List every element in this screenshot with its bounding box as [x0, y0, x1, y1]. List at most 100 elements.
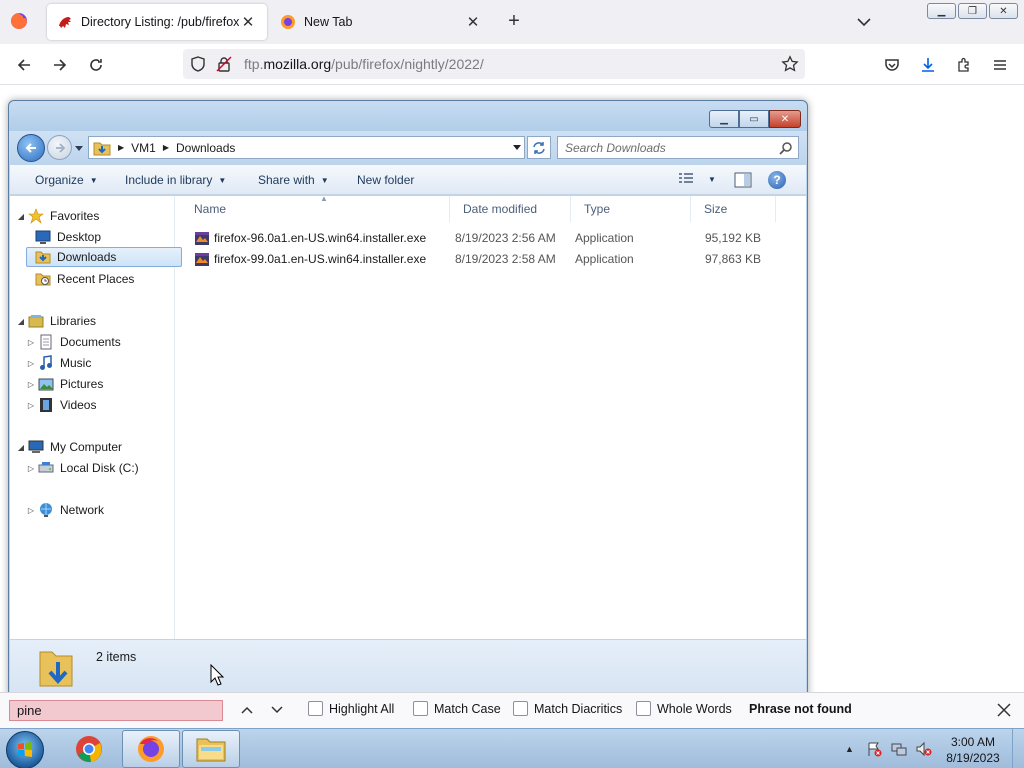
breadcrumb-vm1[interactable]: VM1	[131, 141, 156, 155]
organize-button[interactable]: Organize ▼	[35, 173, 98, 187]
checkbox-box[interactable]	[513, 701, 528, 716]
explorer-forward-button[interactable]	[47, 135, 72, 160]
tracking-protection-shield-icon[interactable]	[189, 55, 207, 73]
close-window-button[interactable]: ✕	[989, 3, 1018, 19]
show-hidden-icons-arrow[interactable]: ▲	[845, 744, 854, 754]
expand-arrow-icon[interactable]: ▷	[26, 359, 36, 368]
star-icon	[28, 208, 44, 224]
match-case-checkbox[interactable]: Match Case	[413, 701, 501, 716]
column-header-date[interactable]: Date modified	[453, 196, 571, 222]
restore-button[interactable]: ❐	[958, 3, 987, 19]
reload-button[interactable]	[85, 54, 107, 76]
explorer-back-button[interactable]	[17, 134, 45, 162]
expand-arrow-icon[interactable]: ▷	[26, 464, 36, 473]
nav-recent-places[interactable]: Recent Places	[35, 269, 134, 289]
address-dropdown-icon[interactable]	[512, 142, 522, 152]
breadcrumb-separator-icon[interactable]: ▶	[118, 143, 124, 152]
taskbar-explorer[interactable]	[182, 730, 240, 768]
column-header-size[interactable]: Size	[694, 196, 776, 222]
explorer-minimize-button[interactable]: ▁	[709, 110, 739, 128]
nav-my-computer[interactable]: ◢ My Computer	[16, 437, 122, 457]
close-tab-icon[interactable]: ✕	[239, 13, 257, 31]
taskbar-chrome[interactable]	[60, 730, 118, 768]
highlight-all-checkbox[interactable]: Highlight All	[308, 701, 394, 716]
whole-words-checkbox[interactable]: Whole Words	[636, 701, 732, 716]
action-center-flag-icon[interactable]	[866, 741, 882, 757]
checkbox-box[interactable]	[413, 701, 428, 716]
collapse-arrow-icon[interactable]: ◢	[16, 212, 26, 221]
breadcrumb-downloads[interactable]: Downloads	[176, 141, 235, 155]
downloads-button[interactable]	[917, 54, 939, 76]
preview-pane-icon[interactable]	[734, 172, 752, 188]
speaker-muted-icon[interactable]	[916, 741, 932, 757]
minimize-button[interactable]: ▁	[927, 3, 956, 19]
collapse-arrow-icon[interactable]: ◢	[16, 443, 26, 452]
file-row[interactable]: firefox-99.0a1.en-US.win64.installer.exe…	[194, 249, 784, 269]
firefox-view-icon[interactable]	[10, 12, 28, 30]
desktop-icon	[35, 230, 51, 244]
close-icon[interactable]	[996, 702, 1012, 718]
file-row[interactable]: firefox-96.0a1.en-US.win64.installer.exe…	[194, 228, 784, 248]
find-input[interactable]: pine	[9, 700, 223, 721]
expand-arrow-icon[interactable]: ▷	[26, 506, 36, 515]
change-view-button[interactable]: ▼	[678, 172, 716, 186]
search-input[interactable]	[558, 137, 768, 158]
nav-network[interactable]: ▷ Network	[26, 500, 104, 520]
help-icon[interactable]: ?	[768, 171, 786, 189]
explorer-close-button[interactable]: ✕	[769, 110, 801, 128]
explorer-maximize-button[interactable]: ▭	[739, 110, 769, 128]
bookmark-star-icon[interactable]	[781, 55, 799, 73]
new-tab-button[interactable]: +	[503, 11, 525, 33]
tab-directory-listing[interactable]: Directory Listing: /pub/firefox/nightly/…	[47, 4, 267, 40]
explorer-title-bar[interactable]: ▁ ▭ ✕	[9, 101, 807, 131]
nav-videos[interactable]: ▷ Videos	[26, 395, 96, 415]
back-button[interactable]	[13, 54, 35, 76]
start-button[interactable]	[6, 731, 44, 768]
recent-pages-dropdown-icon[interactable]	[74, 143, 84, 153]
extensions-button[interactable]	[953, 54, 975, 76]
explorer-search-box[interactable]	[557, 136, 799, 159]
nav-documents[interactable]: ▷ Documents	[26, 332, 121, 352]
explorer-refresh-button[interactable]	[527, 136, 551, 159]
collapse-arrow-icon[interactable]: ◢	[16, 317, 26, 326]
find-previous-icon[interactable]	[239, 702, 255, 718]
explorer-address-row: ▶ VM1 ▶ Downloads	[9, 131, 807, 165]
firefox-installer-icon	[195, 232, 209, 245]
new-folder-button[interactable]: New folder	[357, 173, 414, 187]
expand-arrow-icon[interactable]: ▷	[26, 338, 36, 347]
share-with-button[interactable]: Share with ▼	[258, 173, 329, 187]
show-desktop-button[interactable]	[1012, 729, 1024, 768]
expand-arrow-icon[interactable]: ▷	[26, 401, 36, 410]
pocket-button[interactable]	[881, 54, 903, 76]
explorer-address-bar[interactable]: ▶ VM1 ▶ Downloads	[88, 136, 525, 159]
breadcrumb-separator-icon[interactable]: ▶	[163, 143, 169, 152]
network-status-icon[interactable]	[891, 741, 907, 757]
find-next-icon[interactable]	[269, 702, 285, 718]
app-menu-button[interactable]	[989, 54, 1011, 76]
system-clock[interactable]: 3:00 AM 8/19/2023	[940, 734, 1006, 766]
expand-arrow-icon[interactable]: ▷	[26, 380, 36, 389]
forward-button[interactable]	[49, 54, 71, 76]
column-header-type[interactable]: Type	[574, 196, 691, 222]
column-header-name[interactable]: Name ▲	[184, 194, 450, 222]
nav-music[interactable]: ▷ Music	[26, 353, 91, 373]
checkbox-box[interactable]	[308, 701, 323, 716]
firefox-tab-strip: Directory Listing: /pub/firefox/nightly/…	[0, 0, 1024, 44]
nav-pictures[interactable]: ▷ Pictures	[26, 374, 103, 394]
search-icon[interactable]	[779, 141, 793, 155]
site-info-lock-icon[interactable]	[215, 55, 233, 73]
nav-libraries[interactable]: ◢ Libraries	[16, 311, 96, 331]
include-in-library-button[interactable]: Include in library ▼	[125, 173, 226, 187]
nav-desktop[interactable]: Desktop	[35, 227, 101, 247]
tab-new-tab[interactable]: New Tab ✕	[270, 4, 492, 40]
nav-favorites[interactable]: ◢ Favorites	[16, 206, 99, 226]
close-tab-icon[interactable]: ✕	[464, 13, 482, 31]
chevron-down-icon[interactable]	[855, 13, 873, 31]
checkbox-box[interactable]	[636, 701, 651, 716]
taskbar-firefox[interactable]	[122, 730, 180, 768]
url-prefix: ftp.	[244, 56, 264, 72]
nav-local-disk[interactable]: ▷ Local Disk (C:)	[26, 458, 139, 478]
nav-downloads[interactable]: Downloads	[26, 247, 182, 267]
match-diacritics-checkbox[interactable]: Match Diacritics	[513, 701, 622, 716]
url-bar[interactable]: ftp.mozilla.org/pub/firefox/nightly/2022…	[183, 49, 805, 79]
